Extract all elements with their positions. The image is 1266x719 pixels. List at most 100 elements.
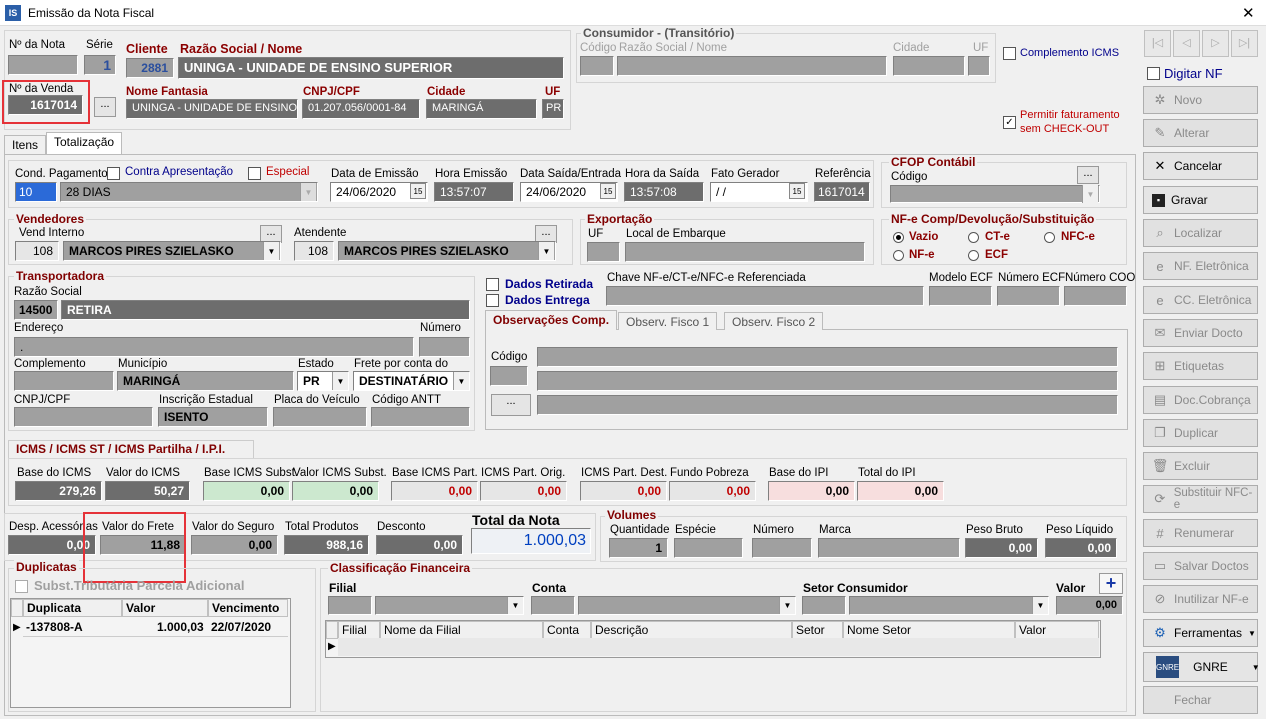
classif-conta-select[interactable] [578, 596, 796, 615]
transp-code-field[interactable]: 14500 [14, 300, 58, 320]
cidade-field[interactable]: MARINGÁ [426, 99, 537, 119]
classif-filial-field[interactable] [328, 596, 372, 615]
cliente-code-field[interactable]: 2881 [126, 58, 174, 78]
classif-conta-field[interactable] [531, 596, 575, 615]
permitir-checkbox[interactable]: ✓ [1003, 116, 1016, 129]
bruto-field[interactable]: 0,00 [965, 538, 1038, 558]
coo-field[interactable] [1064, 286, 1127, 306]
antt-field[interactable] [371, 407, 470, 427]
atend-dropdown-icon[interactable]: ▼ [538, 242, 554, 260]
placa-field[interactable] [273, 407, 367, 427]
fato-calendar-icon[interactable]: 15 [789, 183, 805, 199]
cons-uf-field[interactable] [968, 56, 990, 76]
table-row[interactable]: -137808-A 1.000,03 22/07/2020 [23, 618, 288, 637]
modelo-ecf-field[interactable] [929, 286, 992, 306]
radio-nfce[interactable] [1044, 232, 1055, 243]
cons-cidade-field[interactable] [893, 56, 965, 76]
hora-emissao-field[interactable]: 13:57:07 [434, 182, 514, 202]
qtd-field[interactable]: 1 [609, 538, 668, 558]
vol-numero-field[interactable] [752, 538, 812, 558]
ferramentas-button[interactable]: ⚙ Ferramentas ▼ [1143, 619, 1258, 647]
vend-code-field[interactable]: 108 [15, 241, 59, 261]
dados-entrega-checkbox[interactable] [486, 294, 499, 307]
saida-calendar-icon[interactable]: 15 [600, 183, 616, 199]
contra-checkbox[interactable] [107, 167, 120, 180]
nav-first-button[interactable]: |◁ [1144, 30, 1171, 57]
part-orig-field[interactable]: 0,00 [480, 481, 567, 501]
localizar-button[interactable]: ⌕ Localizar [1143, 219, 1258, 247]
enviar-docto-button[interactable]: ✉ Enviar Docto [1143, 319, 1258, 347]
atend-select[interactable]: MARCOS PIRES SZIELASKO [338, 241, 556, 261]
complemento-icms-checkbox[interactable] [1003, 47, 1016, 60]
base-ipi-field[interactable]: 0,00 [768, 481, 855, 501]
excluir-button[interactable]: 🗑 Excluir [1143, 452, 1258, 480]
cfop-dropdown-icon[interactable]: ▼ [1082, 185, 1098, 203]
radio-cte[interactable] [968, 232, 979, 243]
doc-cobranca-button[interactable]: ▤ Doc.Cobrança [1143, 386, 1258, 414]
seguro-field[interactable]: 0,00 [191, 535, 278, 555]
inutilizar-nfe-button[interactable]: ⊘ Inutilizar NF-e [1143, 585, 1258, 613]
mun-field[interactable]: MARINGÁ [117, 371, 294, 391]
part-dest-field[interactable]: 0,00 [580, 481, 667, 501]
nav-last-button[interactable]: ▷| [1231, 30, 1258, 57]
vend-dropdown-icon[interactable]: ▼ [263, 242, 279, 260]
pobreza-field[interactable]: 0,00 [669, 481, 756, 501]
novo-button[interactable]: ✲ Novo [1143, 86, 1258, 114]
radio-vazio[interactable] [893, 232, 904, 243]
exp-uf-field[interactable] [587, 242, 620, 262]
fechar-button[interactable]: Fechar [1143, 686, 1258, 714]
obs-search-button[interactable]: ... [491, 394, 531, 416]
chave-field[interactable] [606, 286, 924, 306]
total-ipi-field[interactable]: 0,00 [857, 481, 944, 501]
estado-dropdown-icon[interactable]: ▼ [332, 372, 348, 390]
num-venda-search-button[interactable]: ... [94, 97, 116, 117]
gnre-button[interactable]: GNRE GNRE ▼ [1143, 652, 1260, 682]
cond-code-field[interactable]: 10 [15, 182, 57, 202]
razao-field[interactable]: UNINGA - UNIDADE DE ENSINO SUPERIOR [178, 57, 564, 79]
tab-obs-comp[interactable]: Observações Comp. [485, 310, 618, 330]
gravar-button[interactable]: ▪ Gravar [1143, 186, 1258, 214]
obs-codigo-field[interactable] [490, 366, 528, 386]
classif-setor-field[interactable] [802, 596, 846, 615]
nav-prev-button[interactable]: ◁ [1173, 30, 1200, 57]
exp-local-field[interactable] [625, 242, 865, 262]
vend-select[interactable]: MARCOS PIRES SZIELASKO [63, 241, 281, 261]
classif-valor-field[interactable]: 0,00 [1056, 596, 1123, 615]
cfop-select[interactable] [890, 185, 1100, 203]
transp-name-field[interactable]: RETIRA [61, 300, 470, 320]
transp-cnpj-field[interactable] [14, 407, 153, 427]
classif-empty-row[interactable] [338, 638, 1099, 656]
obs-line-2[interactable] [537, 371, 1118, 391]
substituir-nfce-button[interactable]: ⟳ Substituir NFC-e [1143, 485, 1258, 513]
radio-ecf[interactable] [968, 250, 979, 261]
especie-field[interactable] [674, 538, 743, 558]
frete-conta-dropdown-icon[interactable]: ▼ [453, 372, 469, 390]
nf-eletronica-button[interactable]: e NF. Eletrônica [1143, 252, 1258, 280]
duplicar-button[interactable]: ❐ Duplicar [1143, 419, 1258, 447]
classif-conta-dropdown-icon[interactable]: ▼ [779, 597, 795, 614]
obs-line-3[interactable] [537, 395, 1118, 415]
numero-field[interactable] [419, 337, 470, 357]
prod-field[interactable]: 988,16 [284, 535, 369, 555]
classif-filial-select[interactable] [375, 596, 524, 615]
cnpj-field[interactable]: 01.207.056/0001-84 [302, 99, 420, 119]
fantasia-field[interactable]: UNINGA - UNIDADE DE ENSINO SU [126, 99, 298, 119]
base-part-field[interactable]: 0,00 [391, 481, 478, 501]
serie-field[interactable]: 1 [84, 55, 116, 75]
cfop-search-button[interactable]: ... [1077, 166, 1099, 184]
uf-field[interactable]: PR [542, 99, 564, 119]
renumerar-button[interactable]: # Renumerar [1143, 519, 1258, 547]
cancelar-button[interactable]: ✕ Cancelar [1143, 152, 1258, 180]
emissao-calendar-icon[interactable]: 15 [410, 183, 426, 199]
classif-filial-dropdown-icon[interactable]: ▼ [507, 597, 523, 614]
ref-field[interactable]: 1617014 [814, 182, 870, 202]
marca-field[interactable] [818, 538, 960, 558]
desc-field[interactable]: 0,00 [376, 535, 463, 555]
especial-checkbox[interactable] [248, 167, 261, 180]
close-icon[interactable]: ✕ [1242, 4, 1255, 22]
classif-setor-select[interactable] [849, 596, 1049, 615]
valor-st-field[interactable]: 0,00 [292, 481, 379, 501]
ie-field[interactable]: ISENTO [158, 407, 268, 427]
base-st-field[interactable]: 0,00 [203, 481, 290, 501]
cond-select[interactable]: 28 DIAS [60, 182, 318, 202]
